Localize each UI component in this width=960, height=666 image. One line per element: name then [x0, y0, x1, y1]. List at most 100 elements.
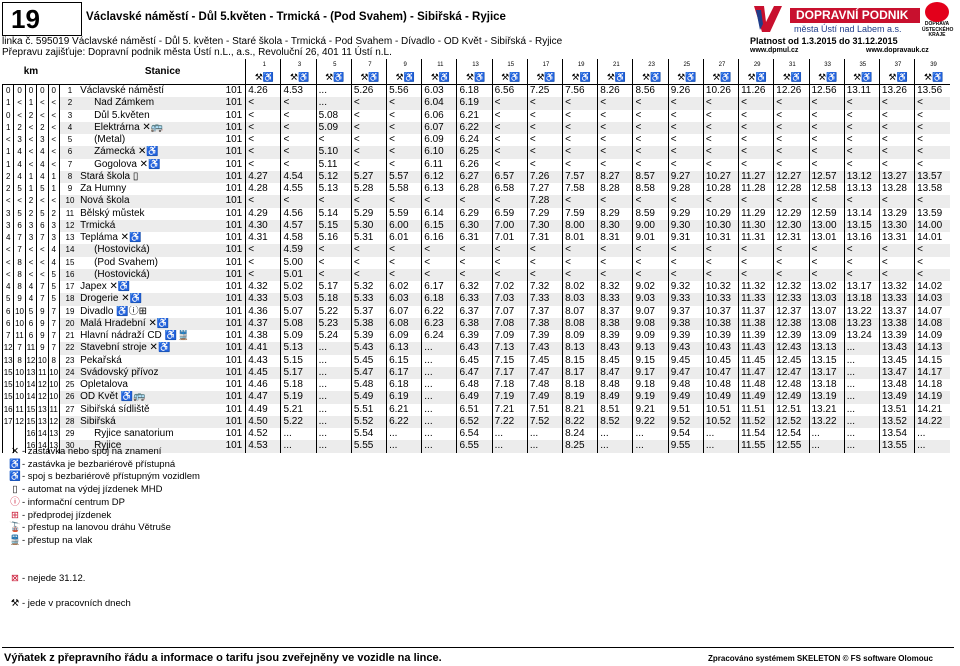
- km-cell: 1: [1, 121, 14, 134]
- departure-time: 8.25: [562, 440, 598, 453]
- km-cell: <: [47, 195, 60, 208]
- departure-time: 5.13: [315, 183, 352, 196]
- departure-time: ...: [421, 366, 457, 379]
- departure-time: 12.38: [773, 317, 809, 330]
- departure-time: <: [386, 158, 422, 171]
- tariff-zone: 101: [208, 317, 246, 330]
- tariff-zone: 101: [208, 293, 246, 306]
- url-dopravauk[interactable]: www.dopravauk.cz: [866, 47, 929, 54]
- km-cell: 10: [47, 366, 60, 379]
- departure-time: <: [914, 134, 950, 147]
- km-cell: 3: [1, 219, 14, 232]
- departure-time: <: [773, 195, 809, 208]
- departure-time: ...: [914, 428, 950, 441]
- departure-time: <: [350, 121, 387, 134]
- stop-name: Václavské náměstí: [80, 85, 165, 97]
- stop-row: 12 7 11 9 7 22 Stavební stroje ✕♿ 101 4.41 5.13..…: [1, 342, 950, 355]
- departure-time: ...: [702, 428, 739, 441]
- departure-time: <: [843, 158, 880, 171]
- stop-number: 14: [59, 244, 81, 257]
- trip-number: 33: [808, 59, 845, 71]
- departure-time: 5.48: [350, 379, 387, 392]
- legend-icon: ⊞: [11, 509, 19, 521]
- departure-time: ...: [597, 440, 633, 453]
- departure-time: 5.03: [280, 293, 317, 306]
- departure-time: 6.17: [386, 366, 422, 379]
- departure-time: 5.45: [350, 354, 387, 367]
- stop-row: 1 4 <4 <7 Gogolova ✕♿ 101 < <5.11 < <6.11 6.26 < < < <…: [1, 158, 950, 171]
- departure-time: 6.47: [456, 366, 493, 379]
- departure-time: 12.51: [773, 403, 809, 416]
- legend-icon: ⓘ: [10, 496, 20, 508]
- weekday-icon: ⚒♿: [667, 71, 704, 85]
- departure-time: <: [350, 109, 387, 122]
- departure-time: 6.28: [456, 183, 493, 196]
- departure-time: <: [738, 256, 774, 269]
- departure-time: 5.01: [280, 268, 317, 281]
- departure-time: 4.31: [245, 232, 281, 245]
- departure-time: <: [245, 146, 281, 159]
- departure-time: 4.47: [245, 391, 281, 404]
- departure-time: <: [702, 121, 739, 134]
- url-dpmul[interactable]: www.dpmul.cz: [750, 47, 798, 54]
- km-cell: 4: [36, 146, 48, 159]
- departure-time: <: [843, 134, 880, 147]
- km-cell: 2: [1, 170, 14, 183]
- stop-row: <7 < <4 14 (Hostovická) 101 <4.59 < < < < < < < < < < < < <…: [1, 244, 950, 257]
- departure-time: 10.38: [702, 317, 739, 330]
- km-cell: 7: [47, 317, 60, 330]
- km-cell: 2: [36, 121, 48, 134]
- departure-time: 11.31: [738, 232, 774, 245]
- departure-time: 14.13: [914, 342, 950, 355]
- departure-time: ...: [914, 440, 950, 453]
- validity-text: Platnost od 1.3.2015 do 31.12.2015: [750, 36, 898, 46]
- km-cell: <: [1, 256, 14, 269]
- departure-time: 5.17: [315, 281, 352, 294]
- departure-time: <: [280, 195, 317, 208]
- departure-time: 6.00: [386, 219, 422, 232]
- km-cell: 0: [1, 84, 14, 98]
- km-cell: 15: [24, 415, 37, 428]
- weekday-icon: ⚒♿: [597, 71, 633, 85]
- departure-time: 6.18: [456, 84, 493, 98]
- departure-time: 9.39: [667, 330, 704, 343]
- departure-time: <: [562, 109, 598, 122]
- departure-time: 5.07: [280, 305, 317, 318]
- departure-time: 5.02: [280, 281, 317, 294]
- departure-time: <: [773, 256, 809, 269]
- stop-row: 16 14 13 29 Ryjice sanatorium 101 4.52...... 5.…: [1, 428, 950, 441]
- departure-time: 8.15: [562, 354, 598, 367]
- departure-time: 4.45: [245, 366, 281, 379]
- departure-time: <: [667, 244, 704, 257]
- departure-time: ...: [315, 403, 352, 416]
- departure-time: ...: [843, 440, 880, 453]
- departure-time: 6.15: [386, 354, 422, 367]
- departure-time: ...: [702, 440, 739, 453]
- departure-time: 13.52: [878, 415, 915, 428]
- stop-number: 11: [65, 208, 75, 218]
- departure-time: ...: [526, 440, 563, 453]
- departure-time: 10.43: [702, 342, 739, 355]
- stop-row: 2 4 1 4 1 8 Stará škola ▯ 101 4.27 4.54 5.12 5.27 5.…: [1, 170, 950, 183]
- departure-time: 4.59: [280, 244, 317, 257]
- stop-number: 10: [59, 195, 81, 208]
- weekday-icon: ⚒♿: [280, 71, 317, 85]
- departure-time: <: [456, 256, 493, 269]
- tariff-zone: 101: [208, 366, 246, 379]
- trip-number: 13: [456, 59, 493, 71]
- km-cell: 1: [24, 170, 37, 183]
- departure-time: 7.07: [491, 305, 528, 318]
- trip-number: 25: [667, 59, 704, 71]
- departure-time: 5.28: [350, 183, 387, 196]
- departure-time: 5.24: [315, 330, 352, 343]
- departure-time: 6.57: [491, 170, 528, 183]
- departure-time: 9.43: [667, 342, 704, 355]
- km-cell: 11: [13, 403, 26, 416]
- departure-time: 8.08: [562, 317, 598, 330]
- departure-time: <: [843, 256, 880, 269]
- stop-number: 26: [59, 391, 81, 404]
- departure-time: 6.18: [421, 293, 457, 306]
- departure-time: 13.47: [878, 366, 915, 379]
- departure-time: 13.22: [808, 415, 845, 428]
- stop-row: 3 6 3 6 3 12 Trmická 101 4.30 4.57 5.15 5.30 6.00 6.1…: [1, 219, 950, 232]
